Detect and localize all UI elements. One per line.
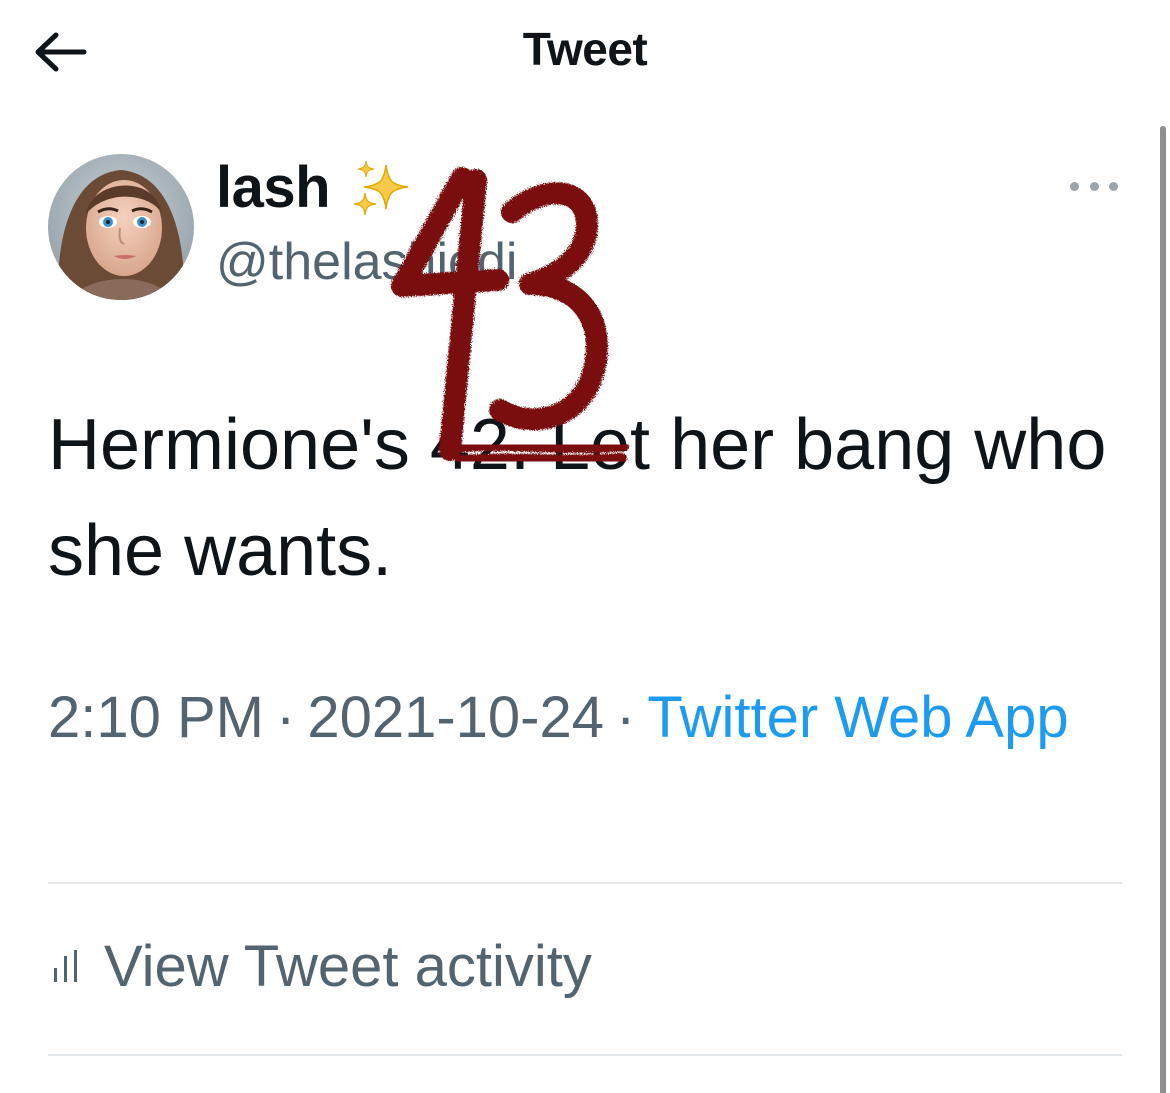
tweet-date: 2021-10-24 [307, 685, 605, 750]
tweet-metadata: 2:10 PM · 2021-10-24 · Twitter Web App [48, 676, 1128, 760]
tweet-detail-page: Tweet lash @thelashjedi Hermione's 42. L… [0, 0, 1170, 1093]
more-icon [1070, 181, 1079, 191]
more-options-button[interactable] [1066, 170, 1122, 202]
more-icon-dot [1109, 181, 1118, 191]
tweet-text: Hermione's 42. Let her bang who she want… [48, 392, 1128, 604]
page-title: Tweet [522, 23, 648, 75]
bar-chart-icon [54, 950, 77, 982]
view-tweet-activity-label: View Tweet activity [104, 933, 592, 999]
more-icon-dot [1089, 181, 1099, 191]
separator: · [276, 685, 296, 750]
struck-text: 42. [429, 405, 530, 485]
scrollbar[interactable] [1160, 126, 1166, 1093]
separator: · [616, 685, 636, 750]
sparkles-icon [353, 160, 409, 216]
avatar-image [48, 154, 194, 300]
display-name: lash [216, 154, 331, 220]
author-name-row[interactable]: lash [216, 150, 416, 224]
avatar[interactable] [48, 154, 194, 300]
view-tweet-activity-button[interactable]: View Tweet activity [48, 926, 592, 1006]
divider [48, 882, 1122, 884]
tweet-source-link[interactable]: Twitter Web App [647, 685, 1068, 750]
author-handle[interactable]: @thelashjedi [216, 232, 517, 292]
divider [48, 1054, 1122, 1056]
tweet-text-before: Hermione's [48, 405, 430, 485]
tweet-time: 2:10 PM [48, 685, 264, 750]
